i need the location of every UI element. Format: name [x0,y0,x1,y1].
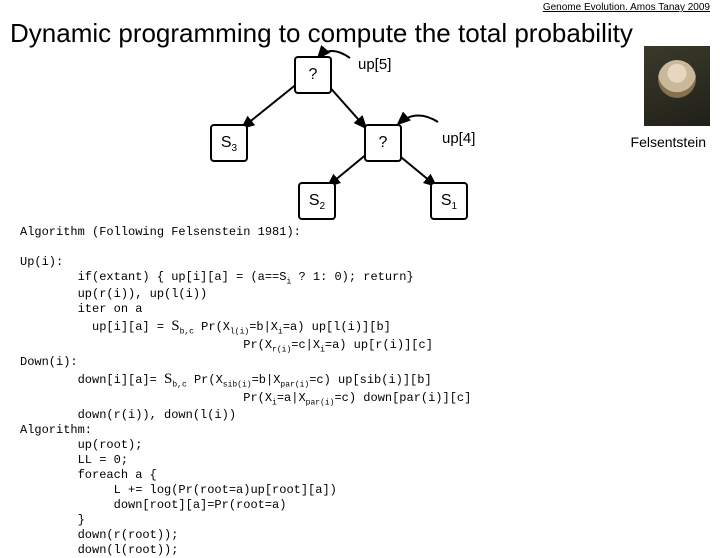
code-seg: down[i][a]= [20,373,164,387]
code-sub: l(i) [230,328,249,337]
code-line: down(r(i)), down(l(i)) [20,408,236,422]
sigma-icon: S [171,318,179,334]
page-title: Dynamic programming to compute the total… [10,18,633,49]
code-seg: =a) up[r(i)][c] [325,338,433,352]
code-seg: =a|X [277,391,306,405]
code-seg: Pr(X [194,320,230,334]
code-sub: b,c [180,328,194,337]
code-sub: par(i) [306,398,335,407]
code-seg: Pr(X [187,373,223,387]
code-line: iter on a [20,302,142,316]
code-seg: =c|X [291,338,320,352]
code-line: if(extant) { up[i][a] = (a==S [20,270,286,284]
code-sub: b,c [172,381,186,390]
code-line: LL = 0; [20,453,128,467]
algorithm-code: Algorithm (Following Felsenstein 1981): … [20,225,471,558]
label-up5: up[5] [358,56,391,73]
code-line: down[root][a]=Pr(root=a) [20,498,286,512]
author-photo [644,46,710,126]
node-s1-text: S [441,192,452,209]
code-line: down(l(root)); [20,543,178,557]
code-line: up(r(i)), up(l(i)) [20,287,207,301]
code-line: Up(i): [20,255,63,269]
code-seg: =c) up[sib(i)][b] [309,373,431,387]
label-up4: up[4] [442,130,475,147]
code-line: Algorithm (Following Felsenstein 1981): [20,225,301,239]
node-s2-sub: 2 [320,201,326,212]
code-line: Down(i): [20,355,78,369]
code-line: Algorithm: [20,423,92,437]
node-s2-text: S [309,192,320,209]
code-line: up(root); [20,438,142,452]
code-seg: =c) down[par(i)][c] [334,391,471,405]
code-seg: up[i][a] = [20,320,171,334]
code-line: } [20,513,85,527]
node-s1-sub: 1 [452,201,458,212]
code-seg: =b|X [249,320,278,334]
node-mid: ? [364,124,402,162]
code-seg: Pr(X [20,338,272,352]
code-line: L += log(Pr(root=a)up[root][a]) [20,483,337,497]
node-s3: S3 [210,124,248,162]
node-root: ? [294,56,332,94]
header-note: Genome Evolution. Amos Tanay 2009 [543,2,710,13]
node-s1: S1 [430,182,468,220]
code-seg: =b|X [252,373,281,387]
code-line: foreach a { [20,468,157,482]
code-sub: par(i) [280,381,309,390]
node-s2: S2 [298,182,336,220]
author-label: Felsentstein [631,134,706,150]
code-seg: ? 1: 0); return} [291,270,413,284]
code-seg: =a) up[l(i)][b] [283,320,391,334]
code-sub: sib(i) [223,381,252,390]
code-seg: Pr(X [20,391,272,405]
code-sub: r(i) [272,345,291,354]
tree-diagram: ? up[5] S3 ? up[4] S2 S1 [180,50,540,210]
node-s3-sub: 3 [232,143,238,154]
node-s3-text: S [221,134,232,151]
